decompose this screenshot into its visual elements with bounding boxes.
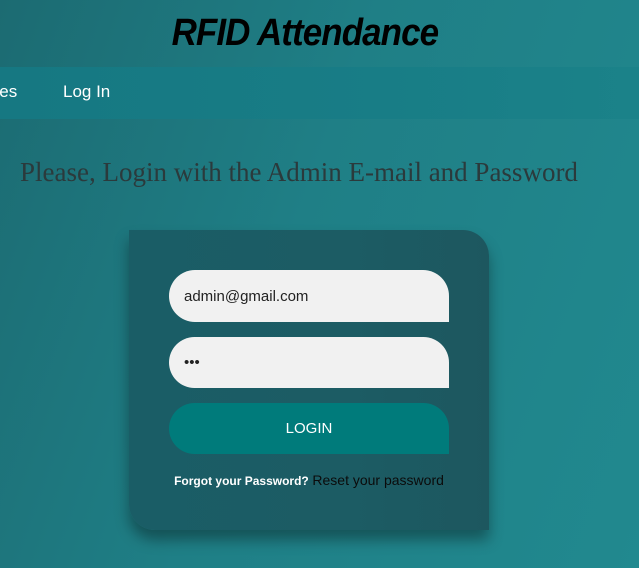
reset-password-link[interactable]: Reset your password xyxy=(312,472,444,488)
nav-item-services[interactable]: ices xyxy=(0,67,17,119)
app-title: RFID Attendance xyxy=(171,12,438,54)
navbar: ices Log In xyxy=(0,67,639,119)
login-card: LOGIN Forgot your Password? Reset your p… xyxy=(129,230,489,530)
login-prompt: Please, Login with the Admin E-mail and … xyxy=(20,157,578,187)
forgot-password-label: Forgot your Password? xyxy=(174,474,309,488)
forgot-password-row: Forgot your Password? Reset your passwor… xyxy=(129,472,489,488)
email-field[interactable] xyxy=(169,270,449,322)
password-field[interactable] xyxy=(169,337,449,388)
nav-item-login[interactable]: Log In xyxy=(63,67,110,119)
login-button[interactable]: LOGIN xyxy=(169,403,449,454)
header: RFID Attendance xyxy=(0,0,639,67)
